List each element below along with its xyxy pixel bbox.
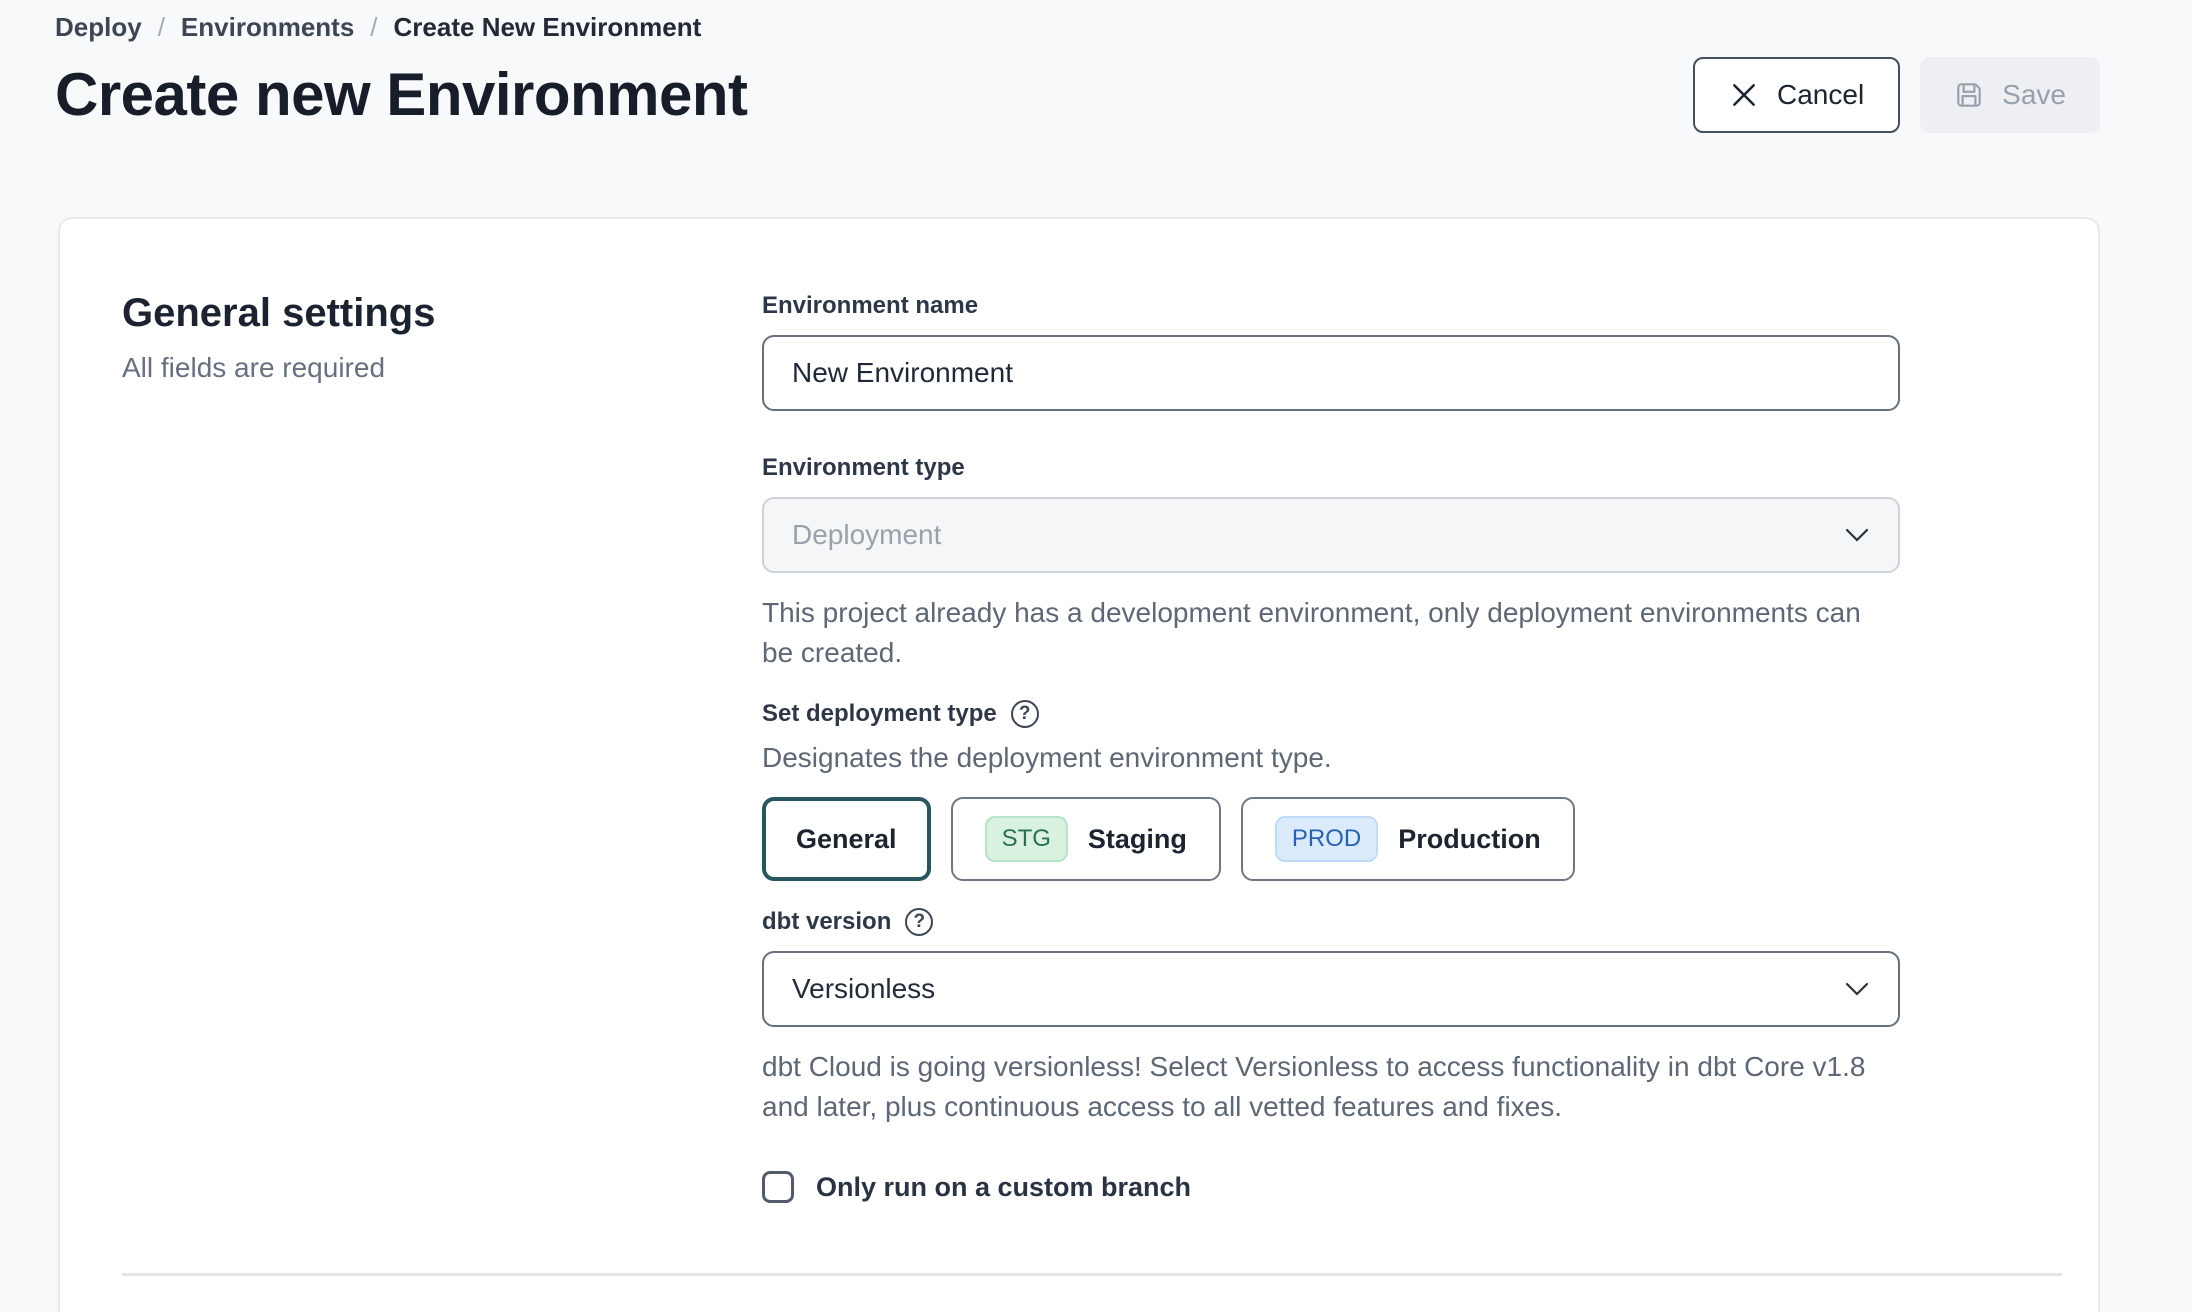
custom-branch-row: Only run on a custom branch [762,1171,1900,1203]
breadcrumb-separator: / [370,12,377,43]
top-header: Deploy / Environments / Create New Envir… [0,0,2192,133]
custom-branch-checkbox[interactable] [762,1171,794,1203]
general-settings-column: General settings All fields are required [122,291,762,1203]
environment-name-label: Environment name [762,291,1900,321]
dbt-version-select[interactable]: Versionless [762,951,1900,1027]
breadcrumb: Deploy / Environments / Create New Envir… [55,12,2100,43]
page-title: Create new Environment [55,57,748,133]
deployment-type-field: Set deployment type ? Designates the dep… [762,699,1900,881]
section-divider [122,1273,2062,1276]
deployment-type-label: Set deployment type [762,699,997,729]
cancel-button-label: Cancel [1777,79,1864,111]
dbt-version-label: dbt version [762,907,891,937]
custom-branch-label[interactable]: Only run on a custom branch [816,1172,1191,1203]
header-actions: Cancel Save [1693,57,2100,133]
environment-name-field: Environment name [762,291,1900,411]
breadcrumb-environments[interactable]: Environments [181,12,354,43]
deployment-type-help-text: Designates the deployment environment ty… [762,739,1900,777]
breadcrumb-current-page: Create New Environment [394,12,702,43]
environment-type-select[interactable]: Deployment [762,497,1900,573]
deployment-option-production[interactable]: PROD Production [1241,797,1575,881]
deployment-type-options: General STG Staging PROD Production [762,797,1900,881]
deployment-option-staging[interactable]: STG Staging [951,797,1221,881]
save-button-label: Save [2002,79,2066,111]
environment-name-input[interactable] [762,335,1900,411]
deployment-type-label-row: Set deployment type ? [762,699,1900,729]
help-icon[interactable]: ? [1011,700,1039,728]
cancel-button[interactable]: Cancel [1693,57,1900,133]
deployment-option-staging-label: Staging [1088,824,1187,855]
deployment-option-general[interactable]: General [762,797,931,881]
save-disk-icon [1954,80,1984,110]
environment-type-help-text: This project already has a development e… [762,593,1882,673]
environment-type-value: Deployment [792,519,941,551]
environment-form: Environment name Environment type Deploy… [762,291,1900,1203]
staging-badge: STG [985,816,1068,862]
dbt-version-help-text: dbt Cloud is going versionless! Select V… [762,1047,1882,1127]
environment-type-field: Environment type Deployment This project… [762,453,1900,673]
dbt-version-label-row: dbt version ? [762,907,1900,937]
deployment-option-production-label: Production [1398,824,1541,855]
environment-type-label: Environment type [762,453,1900,483]
chevron-down-icon [1844,981,1870,997]
dbt-version-field: dbt version ? Versionless dbt Cloud is g… [762,907,1900,1127]
close-icon [1729,80,1759,110]
save-button[interactable]: Save [1920,57,2100,133]
help-icon[interactable]: ? [905,908,933,936]
section-heading: General settings [122,291,762,336]
breadcrumb-separator: / [158,12,165,43]
deployment-option-general-label: General [796,824,897,855]
chevron-down-icon [1844,527,1870,543]
section-subheading: All fields are required [122,352,762,384]
breadcrumb-deploy[interactable]: Deploy [55,12,142,43]
dbt-version-value: Versionless [792,973,935,1005]
production-badge: PROD [1275,816,1378,862]
settings-card: General settings All fields are required… [58,217,2100,1312]
